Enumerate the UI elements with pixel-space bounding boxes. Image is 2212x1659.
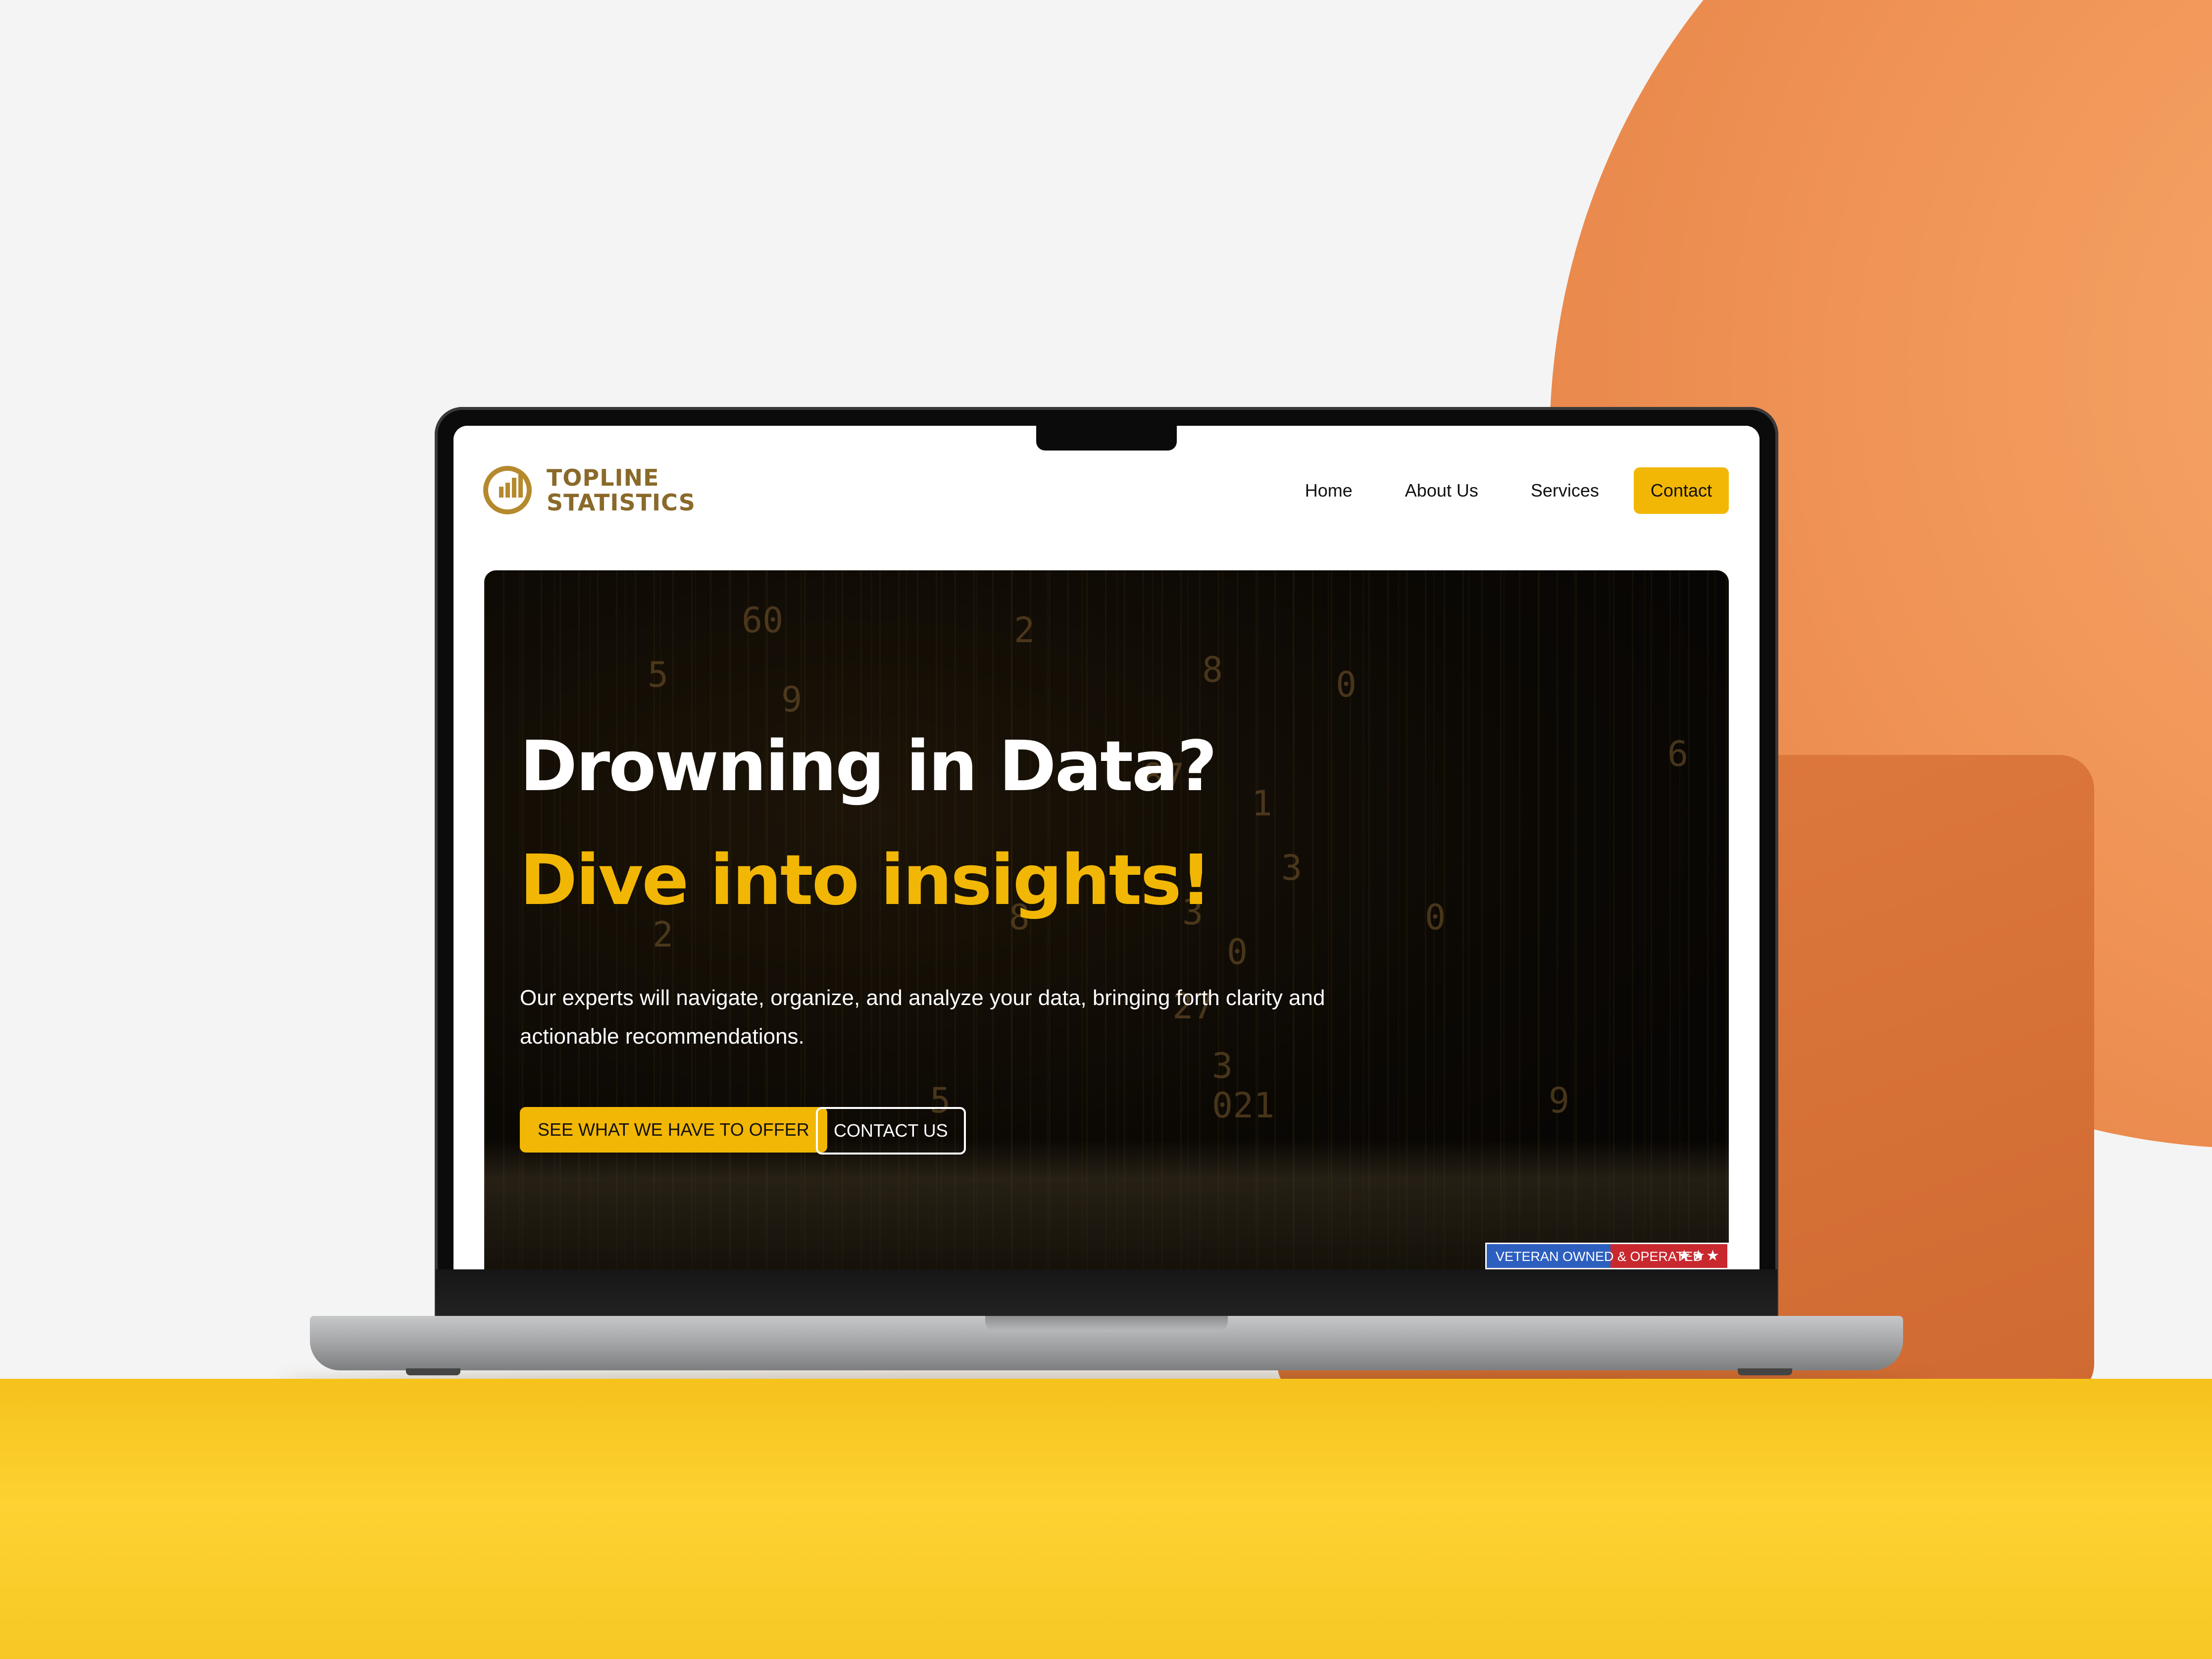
background-digit: 9 (781, 679, 803, 720)
hero-description: Our experts will navigate, organize, and… (520, 986, 1325, 1049)
nav-contact-button[interactable]: Contact (1633, 467, 1729, 514)
background-digit: 8 (1202, 650, 1223, 690)
hero-subtitle: Dive into insights! (520, 840, 1212, 921)
yellow-shelf (0, 1379, 2212, 1659)
laptop-foot-right (1738, 1368, 1792, 1375)
background-digit: 5 (648, 654, 669, 695)
hero-title: Drowning in Data? (520, 726, 1217, 807)
star-icon: ★★★ (1677, 1248, 1720, 1264)
background-digit: 2 (1014, 610, 1035, 651)
badge-text: VETERAN OWNED & OPERATED (1496, 1249, 1703, 1264)
background-digit: 021 (1212, 1085, 1275, 1126)
background-digit: 60 (742, 600, 784, 641)
camera-notch (1036, 425, 1177, 451)
mockup-scene: TOPLINE STATISTICS Home About Us Service… (0, 0, 2212, 1659)
screen-bottom-bezel (436, 1269, 1777, 1317)
bar-chart-logo-icon (483, 466, 532, 514)
background-digit: 0 (1227, 932, 1248, 972)
logo-line-2: STATISTICS (547, 489, 696, 516)
logo[interactable]: TOPLINE STATISTICS (483, 465, 696, 515)
logo-wordmark: TOPLINE STATISTICS (547, 465, 696, 515)
logo-line-1: TOPLINE (547, 464, 659, 491)
background-digit: 1 (1252, 783, 1273, 824)
nav-about[interactable]: About Us (1405, 480, 1478, 501)
background-digit: 0 (1336, 664, 1357, 705)
main-nav: Home About Us Services Contact (1253, 467, 1729, 514)
laptop-foot-left (406, 1368, 460, 1375)
nav-home[interactable]: Home (1305, 480, 1353, 501)
hero-section: 60 2 8 0 9 5 87 1 3 2 8 3 0 27 3 021 9 6… (484, 570, 1729, 1269)
laptop-screen: TOPLINE STATISTICS Home About Us Service… (453, 426, 1760, 1269)
background-digit: 0 (1425, 897, 1446, 938)
nav-services[interactable]: Services (1531, 480, 1599, 501)
background-digit: 9 (1549, 1080, 1570, 1121)
contact-us-button[interactable]: CONTACT US (816, 1107, 966, 1155)
veteran-owned-badge[interactable]: VETERAN OWNED & OPERATED ★★★ (1485, 1243, 1729, 1269)
laptop-opening-lip (985, 1316, 1228, 1332)
see-offer-button[interactable]: SEE WHAT WE HAVE TO OFFER (520, 1107, 827, 1153)
background-digit: 6 (1667, 734, 1689, 774)
background-digit: 3 (1281, 848, 1303, 888)
